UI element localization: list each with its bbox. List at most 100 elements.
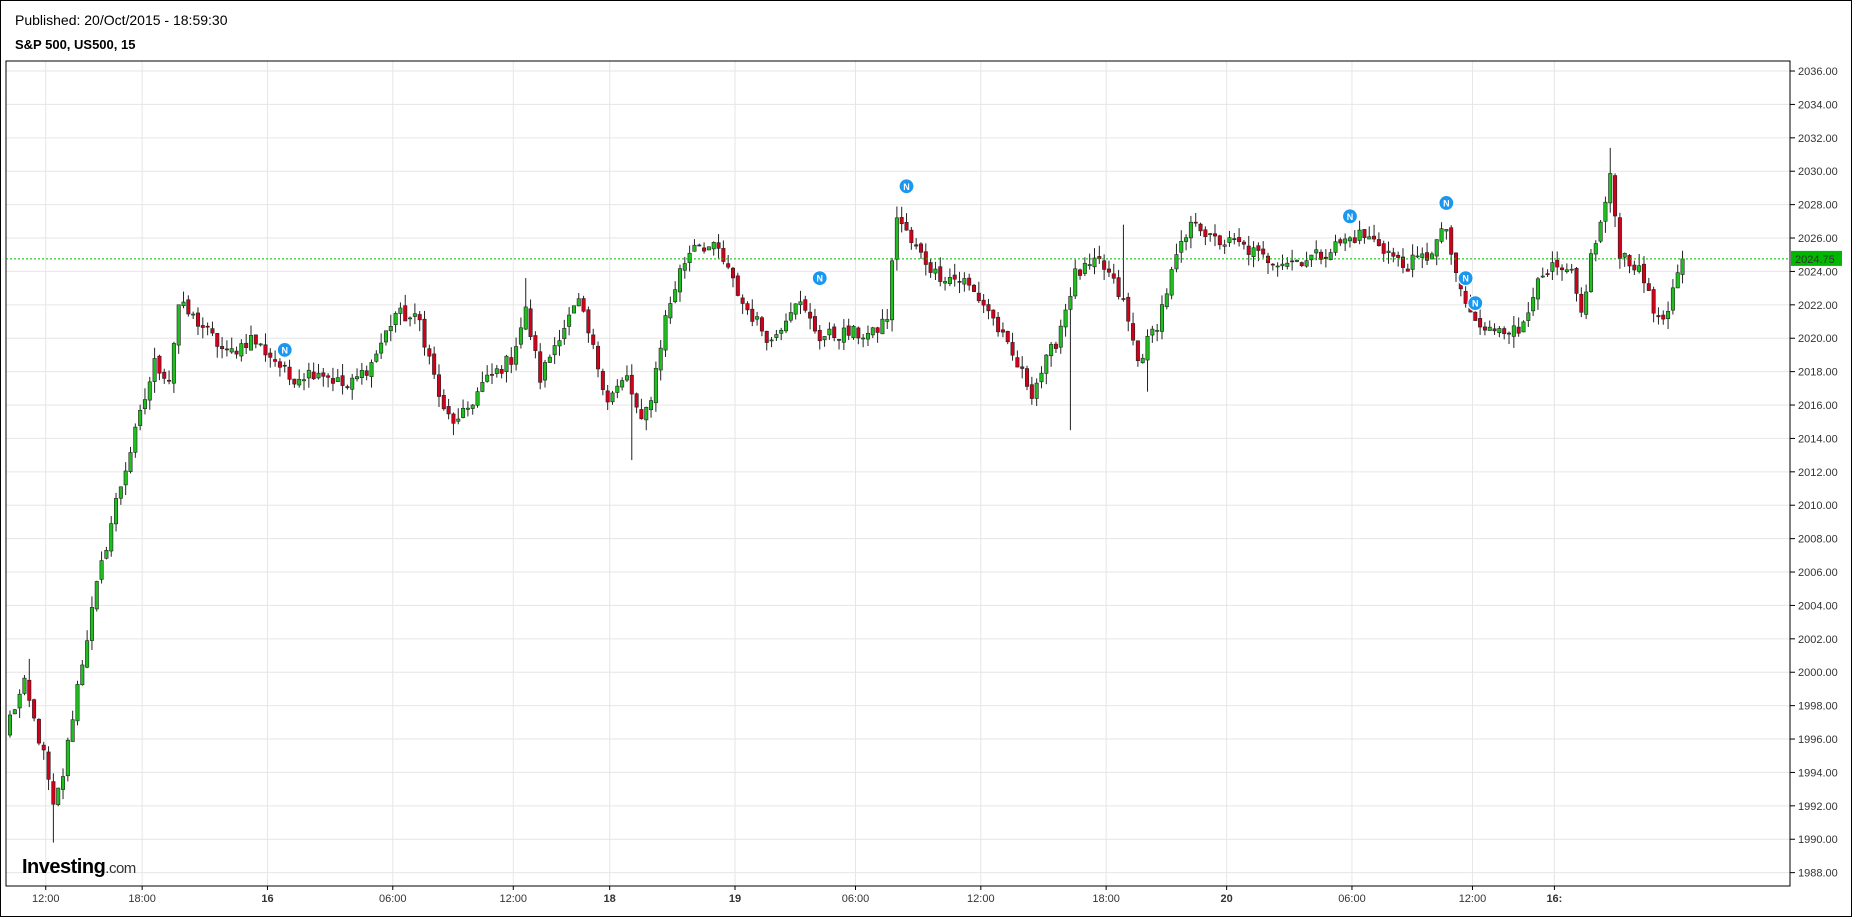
candle-down: [1454, 252, 1459, 282]
news-marker-icon[interactable]: N: [276, 341, 293, 359]
candle-up: [1569, 263, 1574, 274]
candle-up: [12, 709, 17, 715]
candle-down: [210, 321, 215, 337]
candle-body: [808, 311, 813, 319]
candle-up: [359, 362, 364, 385]
candle-body: [311, 371, 316, 380]
candle-down: [1232, 233, 1237, 245]
candle-body: [947, 277, 952, 285]
candle-down: [904, 213, 909, 231]
candlestick-chart[interactable]: 2036.00 2034.00 2032.00 2030.00 2028.00 2026.…: [0, 0, 1852, 917]
candle-body: [355, 376, 360, 380]
y-tick-label: 2034.00: [1798, 99, 1838, 111]
candle-body: [1159, 304, 1164, 332]
candle-body: [1569, 268, 1574, 271]
candle-body: [837, 339, 842, 341]
candle-up: [711, 241, 716, 256]
candle-up: [1063, 303, 1068, 337]
y-tick-label: 2000.00: [1798, 667, 1838, 679]
candle-body: [1121, 298, 1126, 300]
candle-body: [470, 404, 475, 409]
candle-body: [634, 393, 639, 408]
candle-up: [827, 322, 832, 340]
candle-up: [1637, 254, 1642, 274]
candle-down: [745, 301, 750, 315]
candle-down: [528, 299, 533, 341]
candle-body: [1535, 278, 1540, 300]
candle-up: [1280, 254, 1285, 271]
candle-down: [918, 242, 923, 259]
candle-body: [1343, 238, 1348, 244]
candle-body: [803, 299, 808, 311]
candle-body: [128, 452, 133, 472]
y-tick-label: 2018.00: [1798, 367, 1838, 379]
news-marker-icon[interactable]: N: [1438, 194, 1455, 212]
candle-body: [899, 217, 904, 225]
candle-body: [398, 307, 403, 314]
news-marker-icon[interactable]: N: [811, 270, 828, 287]
candle-down: [446, 398, 451, 420]
x-tick-label: 12:00: [967, 893, 995, 905]
candle-body: [856, 327, 861, 339]
x-tick-label: 19: [729, 893, 741, 905]
candle-body: [547, 356, 552, 363]
candle-body: [1285, 262, 1290, 267]
candle-body: [408, 317, 413, 320]
news-marker-icon[interactable]: N: [1457, 270, 1474, 287]
candle-down: [340, 364, 345, 395]
price-axis[interactable]: 2036.00 2034.00 2032.00 2030.00 2028.00 2026.…: [1789, 61, 1838, 886]
candle-body: [1193, 221, 1198, 224]
news-marker-letter: N: [817, 274, 824, 284]
candle-body: [788, 312, 793, 321]
candle-down: [364, 365, 369, 381]
candle-up: [258, 343, 263, 347]
candle-down: [735, 272, 740, 297]
candle-body: [1261, 248, 1266, 255]
candle-body: [427, 348, 432, 357]
candle-body: [335, 377, 340, 382]
candle-up: [610, 390, 615, 405]
candle-body: [914, 244, 919, 247]
candle-up: [1497, 326, 1502, 338]
candle-body: [1150, 328, 1155, 336]
candle-body: [904, 222, 909, 231]
news-marker-icon[interactable]: N: [1467, 295, 1484, 312]
news-marker-icon[interactable]: N: [1341, 208, 1359, 225]
candle-body: [827, 328, 832, 336]
x-tick-label: 18: [604, 893, 616, 905]
candle-down: [1121, 224, 1126, 302]
candle-body: [258, 343, 263, 346]
news-marker-icon[interactable]: N: [898, 178, 915, 195]
time-axis[interactable]: 12:00 18:00 16 06:00 12:00 18 19 06:00 12:00 18:0…: [32, 886, 1562, 905]
candle-body: [764, 330, 769, 343]
candle-body: [326, 375, 331, 378]
candle-body: [147, 381, 152, 401]
candle-body: [417, 314, 422, 321]
candle-up: [706, 246, 711, 251]
candle-body: [759, 317, 764, 332]
candle-up: [784, 313, 789, 334]
candle-body: [1670, 287, 1675, 311]
candle-up: [571, 305, 576, 314]
candle-body: [1473, 311, 1478, 321]
news-markers[interactable]: N N N N N N N: [276, 178, 1484, 359]
candle-down: [1391, 247, 1396, 263]
candle-body: [692, 244, 697, 252]
candle-body: [784, 320, 789, 332]
candle-down: [812, 308, 817, 334]
candle-body: [1680, 258, 1685, 275]
candle-body: [273, 359, 278, 362]
investing-logo[interactable]: Investing.com: [22, 856, 136, 879]
candle-up: [1034, 378, 1039, 406]
candle-down: [605, 385, 610, 411]
candle-up: [89, 596, 94, 651]
candle-body: [1155, 330, 1160, 332]
candle-body: [1478, 318, 1483, 328]
candle-down: [986, 298, 991, 320]
candle-body: [1622, 252, 1627, 258]
candle-down: [1256, 242, 1261, 262]
candle-body: [509, 357, 514, 365]
candle-body: [1415, 255, 1420, 258]
candle-body: [971, 284, 976, 292]
candle-body: [162, 371, 167, 379]
